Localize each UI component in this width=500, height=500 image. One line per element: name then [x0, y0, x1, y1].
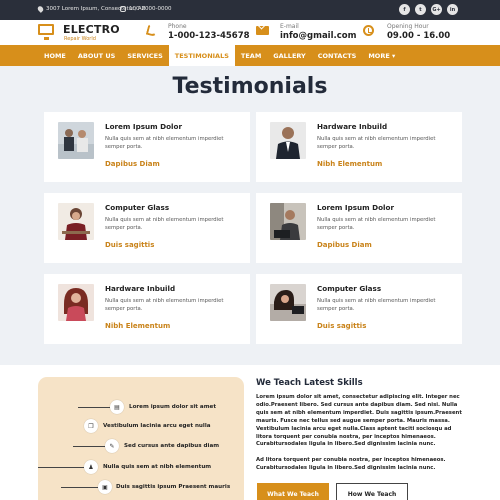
- phone-label: Phone: [168, 23, 187, 30]
- teach-heading: We Teach Latest Skills: [256, 378, 363, 388]
- email-value[interactable]: info@gmail.com: [280, 31, 356, 41]
- people-icon: ♟: [84, 460, 98, 474]
- testimonial-card: Hardware Inbuild Nulla quis sem at nibh …: [44, 274, 250, 344]
- feature-item: ♟ Nulla quis sem at nibh elementum: [38, 460, 244, 474]
- testimonial-photo: [58, 284, 94, 321]
- brand-name[interactable]: ELECTRO: [63, 23, 120, 36]
- email-label: E-mail: [280, 23, 299, 30]
- testimonial-author[interactable]: Duis sagittis: [105, 241, 154, 249]
- copy-icon: ❐: [84, 419, 98, 433]
- testimonial-text: Nulla quis sem at nibh elementum imperdi…: [105, 217, 224, 232]
- testimonial-photo: [270, 203, 306, 240]
- feature-text: Nulla quis sem at nibh elementum: [103, 463, 212, 470]
- what-we-teach-button[interactable]: What We Teach: [257, 483, 329, 500]
- main-nav: HOME ABOUT US SERVICES TESTIMONIALS TEAM…: [0, 45, 500, 66]
- feature-text: Sed cursus ante dapibus diam: [124, 442, 220, 449]
- pencil-icon: ✎: [105, 439, 119, 453]
- testimonial-text: Nulla quis sem at nibh elementum imperdi…: [105, 136, 224, 151]
- hours-label: Opening Hour: [387, 23, 429, 30]
- feature-text: Duis sagittis ipsum Praesent mauris: [116, 483, 231, 490]
- testimonial-author[interactable]: Duis sagittis: [317, 322, 366, 330]
- connector-line: [73, 446, 105, 447]
- nav-item-home[interactable]: HOME: [38, 45, 72, 66]
- top-phone-text: 100-2000-0000: [129, 6, 172, 12]
- phone-icon: [120, 6, 126, 12]
- phone-value: 1-000-123-45678: [168, 31, 250, 41]
- testimonial-card: Lorem Ipsum Dolor Nulla quis sem at nibh…: [256, 193, 462, 263]
- testimonial-card: Hardware Inbuild Nulla quis sem at nibh …: [256, 112, 462, 182]
- connector-line: [38, 467, 84, 468]
- testimonial-text: Nulla quis sem at nibh elementum imperdi…: [317, 217, 436, 232]
- twitter-icon[interactable]: t: [415, 4, 426, 15]
- nav-item-gallery[interactable]: GALLERY: [267, 45, 311, 66]
- testimonial-title: Computer Glass: [317, 284, 382, 293]
- top-bar: 3007 Lorem Ipsum, Consectetur, AB 100-20…: [0, 0, 500, 20]
- google-plus-icon[interactable]: G+: [431, 4, 442, 15]
- mail-icon: [256, 26, 269, 35]
- nav-item-more[interactable]: MORE ▾: [362, 45, 401, 66]
- teach-paragraph: Lorem ipsum dolor sit amet, consectetur …: [256, 394, 462, 448]
- feature-text: Lorem ipsum dolor sit amet: [129, 403, 216, 410]
- nav-item-services[interactable]: SERVICES: [121, 45, 168, 66]
- testimonial-photo: [58, 122, 94, 159]
- testimonial-author[interactable]: Nibh Elementum: [105, 322, 170, 330]
- testimonial-text: Nulla quis sem at nibh elementum imperdi…: [317, 136, 436, 151]
- testimonial-title: Computer Glass: [105, 203, 170, 212]
- nav-item-about-us[interactable]: ABOUT US: [72, 45, 121, 66]
- feature-text: Vestibulum lacinia arcu eget nulla: [103, 422, 211, 429]
- testimonial-author[interactable]: Dapibus Diam: [105, 160, 160, 168]
- testimonial-author[interactable]: Nibh Elementum: [317, 160, 382, 168]
- feature-item: ▣ Duis sagittis ipsum Praesent mauris: [38, 480, 244, 494]
- header-hours: Opening Hour 09.00 - 16.00: [387, 23, 450, 41]
- testimonial-author[interactable]: Dapibus Diam: [317, 241, 372, 249]
- phone-icon: [145, 23, 160, 38]
- testimonial-photo: [270, 284, 306, 321]
- testimonial-title: Hardware Inbuild: [317, 122, 388, 131]
- teach-paragraph-secondary: Ad litora torquent per conubia nostra, p…: [256, 457, 446, 471]
- facebook-icon[interactable]: f: [399, 4, 410, 15]
- nav-item-contacts[interactable]: CONTACTS: [312, 45, 363, 66]
- site-header: ELECTRO Repair World Phone 1-000-123-456…: [0, 20, 500, 45]
- connector-line: [61, 487, 98, 488]
- teach-section: ▤ Lorem ipsum dolor sit amet ❐ Vestibulu…: [0, 365, 500, 500]
- clock-icon: [363, 25, 374, 36]
- nav-item-testimonials[interactable]: TESTIMONIALS: [168, 45, 235, 66]
- feature-item: ▤ Lorem ipsum dolor sit amet: [38, 400, 244, 414]
- testimonial-photo: [58, 203, 94, 240]
- header-email: E-mail info@gmail.com: [280, 23, 356, 41]
- feature-list-panel: ▤ Lorem ipsum dolor sit amet ❐ Vestibulu…: [38, 377, 244, 500]
- connector-line: [78, 407, 110, 408]
- nav-item-team[interactable]: TEAM: [235, 45, 267, 66]
- testimonial-title: Hardware Inbuild: [105, 284, 176, 293]
- testimonial-card: Computer Glass Nulla quis sem at nibh el…: [256, 274, 462, 344]
- feature-item: ❐ Vestibulum lacinia arcu eget nulla: [38, 419, 244, 433]
- testimonial-text: Nulla quis sem at nibh elementum imperdi…: [317, 298, 436, 313]
- testimonial-text: Nulla quis sem at nibh elementum imperdi…: [105, 298, 224, 313]
- page-title: Testimonials: [172, 74, 328, 99]
- feature-item: ✎ Sed cursus ante dapibus diam: [38, 439, 244, 453]
- testimonial-title: Lorem Ipsum Dolor: [317, 203, 394, 212]
- location-pin-icon: [36, 5, 45, 13]
- testimonial-card: Computer Glass Nulla quis sem at nibh el…: [44, 193, 250, 263]
- how-we-teach-button[interactable]: How We Teach: [336, 483, 408, 500]
- brand-tagline: Repair World: [64, 36, 96, 42]
- testimonial-card: Lorem Ipsum Dolor Nulla quis sem at nibh…: [44, 112, 250, 182]
- testimonial-photo: [270, 122, 306, 159]
- testimonial-title: Lorem Ipsum Dolor: [105, 122, 182, 131]
- linkedin-icon[interactable]: in: [447, 4, 458, 15]
- header-phone: Phone 1-000-123-45678: [168, 23, 250, 41]
- hours-value: 09.00 - 16.00: [387, 31, 451, 41]
- social-links: f t G+ in: [399, 4, 458, 15]
- document-icon: ▤: [110, 400, 124, 414]
- monitor-logo-icon[interactable]: [38, 24, 54, 40]
- bag-icon: ▣: [98, 480, 112, 494]
- top-phone-info: 100-2000-0000: [120, 6, 171, 12]
